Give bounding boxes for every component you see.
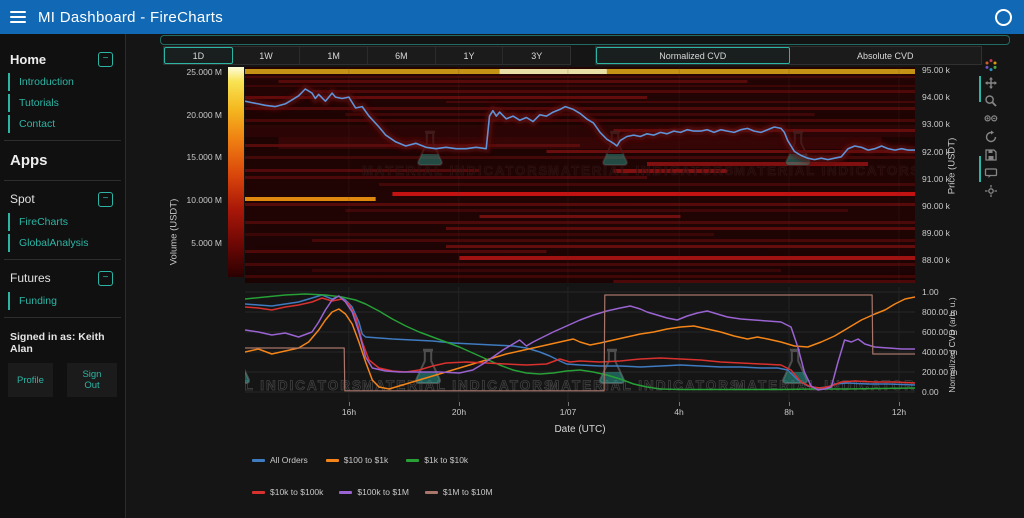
futures-heading: Futures	[10, 271, 51, 285]
reset-axes-icon[interactable]	[984, 130, 998, 144]
divider	[4, 259, 121, 260]
apps-heading: Apps	[10, 152, 48, 169]
chart-toolbar-strip	[160, 35, 1010, 45]
modebar-active-indicator	[979, 156, 981, 182]
cvd-tick: 0.00	[922, 387, 939, 397]
x-axis-title: Date (UTC)	[554, 424, 606, 435]
price-tick: 93.00 k	[922, 119, 950, 129]
sidebar-section-spot: Spot −	[0, 188, 125, 210]
legend-swatch	[339, 490, 353, 494]
absolute-cvd-button[interactable]: Absolute CVD	[790, 47, 982, 64]
volume-tick: 20.000 M	[186, 110, 222, 120]
plotly-logo[interactable]	[984, 58, 998, 72]
sidebar-item-funding[interactable]: Funding	[8, 292, 125, 310]
range-button-1m[interactable]: 1M	[300, 47, 369, 64]
x-tick: 1/07	[559, 407, 577, 417]
box-zoom-icon[interactable]	[984, 94, 998, 108]
legend-swatch	[325, 458, 339, 462]
cvd-axis-title: Normalized CVD (arb. u.)	[947, 297, 957, 393]
hover-icon[interactable]	[984, 166, 998, 180]
legend-item-100k-1M[interactable]: $100k to $1M	[339, 487, 409, 497]
x-tick: 4h	[674, 407, 684, 417]
sidebar-section-futures: Futures −	[0, 267, 125, 289]
price-tick: 90.00 k	[922, 201, 950, 211]
svg-text:MATERIAL INDICATORS: MATERIAL INDICATORS	[362, 163, 549, 178]
signout-button[interactable]: Sign Out	[66, 363, 117, 397]
range-button-1w[interactable]: 1W	[233, 47, 301, 64]
cvd-chart[interactable]: MATERIAL INDICATORSMATERIAL INDICATORSMA…	[245, 287, 915, 402]
sidebar-item-introduction[interactable]: Introduction	[8, 73, 125, 91]
x-tick: 8h	[784, 407, 794, 417]
hamburger-menu-icon[interactable]	[10, 11, 26, 23]
sidebar-section-home: Home −	[0, 48, 125, 70]
volume-tick: 25.000 M	[186, 67, 222, 77]
sidebar-item-firecharts[interactable]: FireCharts	[8, 213, 125, 231]
spot-heading: Spot	[10, 192, 35, 206]
legend-item-1M-10M[interactable]: $1M to $10M	[424, 487, 493, 497]
legend-row-1: All Orders $100 to $1k $1k to $10k	[252, 455, 468, 465]
modebar-active-indicator	[979, 76, 981, 102]
volume-tick: 15.000 M	[186, 152, 222, 162]
svg-text:MATERIAL INDICATORS: MATERIAL INDICATORS	[734, 163, 915, 178]
legend-item-all-orders[interactable]: All Orders	[252, 455, 308, 465]
zoom-in-out-icon[interactable]	[984, 112, 998, 126]
collapse-icon[interactable]: −	[98, 51, 113, 67]
profile-button[interactable]: Profile	[8, 363, 53, 397]
collapse-icon[interactable]: −	[98, 191, 113, 207]
price-axis-title: Price (USDT)	[946, 137, 958, 195]
heatmap-price-chart[interactable]: MATERIAL INDICATORS MATERIAL INDICATORS MA…	[245, 67, 915, 283]
divider	[4, 140, 121, 141]
cvd-mode-button-group: Normalized CVD Absolute CVD	[595, 46, 982, 65]
sidebar: Home − Introduction Tutorials Contact Ap…	[0, 34, 126, 518]
legend-swatch	[252, 490, 265, 494]
range-button-1y[interactable]: 1Y	[436, 47, 504, 64]
price-tick: 88.00 k	[922, 255, 950, 265]
collapse-icon[interactable]: −	[98, 270, 113, 286]
sidebar-item-tutorials[interactable]: Tutorials	[8, 94, 125, 112]
svg-text:MATERIAL INDICATORS: MATERIAL INDICATORS	[548, 163, 735, 178]
price-tick: 95.00 k	[922, 65, 950, 75]
range-button-6m[interactable]: 6M	[368, 47, 436, 64]
app-root: MI Dashboard - FireCharts Home − Introdu…	[0, 0, 1024, 518]
range-button-3y[interactable]: 3Y	[503, 47, 570, 64]
save-icon[interactable]	[984, 148, 998, 162]
plotly-modebar	[984, 58, 998, 198]
divider	[4, 180, 121, 181]
sidebar-item-globalanalysis[interactable]: GlobalAnalysis	[8, 234, 125, 252]
legend-row-2: $10k to $100k $100k to $1M $1M to $10M	[252, 487, 493, 497]
svg-text:MATERIAL INDICATORS: MATERIAL INDICATORS	[734, 378, 915, 393]
x-tick: 16h	[341, 407, 357, 417]
spikelines-icon[interactable]	[984, 184, 998, 198]
signed-in-text: Signed in as: Keith Alan	[10, 331, 105, 355]
x-tick: 20h	[451, 407, 467, 417]
price-tick: 89.00 k	[922, 228, 950, 238]
divider	[4, 317, 121, 318]
home-heading: Home	[10, 51, 47, 67]
legend-swatch	[252, 458, 265, 462]
cvd-tick: 1.00	[922, 287, 939, 297]
loading-ring-icon	[995, 9, 1012, 26]
volume-axis-title: Volume (USDT)	[168, 198, 180, 266]
app-title: MI Dashboard - FireCharts	[38, 8, 224, 26]
legend-swatch	[406, 458, 420, 462]
legend-item-10k-100k[interactable]: $10k to $100k	[252, 487, 323, 497]
price-tick: 94.00 k	[922, 92, 950, 102]
x-tick: 12h	[891, 407, 907, 417]
sidebar-item-contact[interactable]: Contact	[8, 115, 125, 133]
normalized-cvd-button[interactable]: Normalized CVD	[596, 47, 790, 64]
legend-swatch	[424, 490, 438, 494]
range-button-1d[interactable]: 1D	[164, 47, 233, 64]
legend-item-1k-10k[interactable]: $1k to $10k	[406, 455, 468, 465]
volume-colorbar	[228, 67, 244, 277]
range-button-group: 1D 1W 1M 6M 1Y 3Y	[163, 46, 571, 65]
pan-icon[interactable]	[984, 76, 998, 90]
header-bar: MI Dashboard - FireCharts	[0, 0, 1024, 34]
legend-item-100-1k[interactable]: $100 to $1k	[325, 455, 388, 465]
